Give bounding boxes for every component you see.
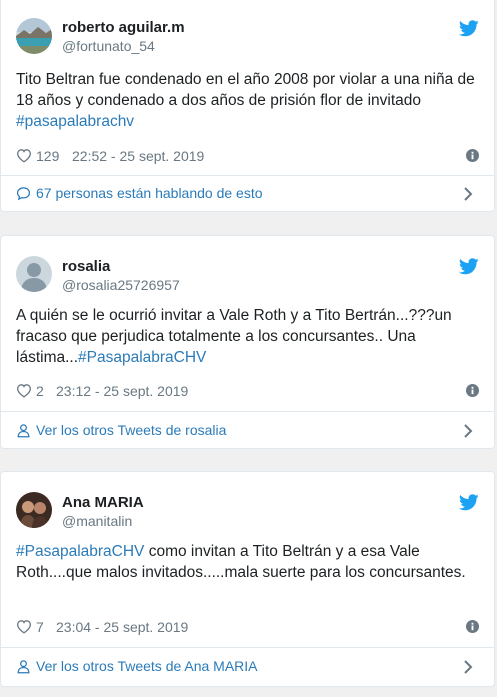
tweet-meta: 2 23:12 - 25 sept. 2019 xyxy=(16,382,479,402)
tweet-card: roberto aguilar.m @fortunato_54 Tito Bel… xyxy=(0,0,495,212)
profile-link[interactable]: Ver los otros Tweets de rosalia xyxy=(16,419,479,445)
like-count[interactable]: 7 xyxy=(36,619,44,635)
timestamp[interactable]: 23:04 - 25 sept. 2019 xyxy=(56,619,188,635)
twitter-bird-icon[interactable] xyxy=(459,258,479,275)
author-name[interactable]: Ana MARIA xyxy=(62,494,144,511)
chevron-right-icon[interactable] xyxy=(463,659,473,675)
hashtag-link[interactable]: #PasapalabraCHV xyxy=(16,543,144,560)
heart-icon[interactable] xyxy=(16,619,32,634)
chevron-right-icon[interactable] xyxy=(463,423,473,439)
tweet-text: Tito Beltran fue condenado en el año 200… xyxy=(16,69,482,132)
info-icon[interactable] xyxy=(466,149,479,162)
footer-label[interactable]: Ver los otros Tweets de rosalia xyxy=(36,422,226,438)
divider xyxy=(1,411,494,412)
conversation-link[interactable]: 67 personas están hablando de esto xyxy=(16,182,479,208)
twitter-bird-icon[interactable] xyxy=(459,494,479,511)
info-icon[interactable] xyxy=(466,384,479,397)
timestamp[interactable]: 23:12 - 25 sept. 2019 xyxy=(56,383,188,399)
timestamp[interactable]: 22:52 - 25 sept. 2019 xyxy=(72,148,204,164)
info-icon[interactable] xyxy=(466,620,479,633)
avatar[interactable] xyxy=(16,256,52,292)
footer-label[interactable]: 67 personas están hablando de esto xyxy=(36,185,263,201)
avatar[interactable] xyxy=(16,18,52,54)
person-icon xyxy=(17,660,30,674)
tweet-header: Ana MARIA @manitalin xyxy=(16,472,494,532)
like-count[interactable]: 129 xyxy=(36,148,59,164)
tweet-card: rosalia @rosalia25726957 A quién se le o… xyxy=(0,235,495,449)
twitter-bird-icon[interactable] xyxy=(459,20,479,37)
chevron-right-icon[interactable] xyxy=(463,186,473,202)
author-handle[interactable]: @rosalia25726957 xyxy=(62,277,180,293)
tweet-text: A quién se le ocurrió invitar a Vale Rot… xyxy=(16,305,482,368)
heart-icon[interactable] xyxy=(16,148,32,163)
author-handle[interactable]: @fortunato_54 xyxy=(62,38,155,54)
author-name[interactable]: roberto aguilar.m xyxy=(62,19,185,36)
heart-icon[interactable] xyxy=(16,383,32,398)
tweet-text-body: Tito Beltran fue condenado en el año 200… xyxy=(16,71,475,109)
tweet-meta: 129 22:52 - 25 sept. 2019 xyxy=(16,147,479,167)
hashtag-link[interactable]: #PasapalabraCHV xyxy=(78,349,206,366)
profile-link[interactable]: Ver los otros Tweets de Ana MARIA xyxy=(16,655,479,681)
like-count[interactable]: 2 xyxy=(36,383,44,399)
footer-label[interactable]: Ver los otros Tweets de Ana MARIA xyxy=(36,658,258,674)
hashtag-link[interactable]: #pasapalabrachv xyxy=(16,113,134,130)
tweet-text: #PasapalabraCHV como invitan a Tito Belt… xyxy=(16,541,482,583)
tweet-header: roberto aguilar.m @fortunato_54 xyxy=(16,0,494,55)
comment-icon xyxy=(16,187,31,201)
person-icon xyxy=(17,424,30,438)
divider xyxy=(1,647,494,648)
tweet-header: rosalia @rosalia25726957 xyxy=(16,236,494,296)
author-name[interactable]: rosalia xyxy=(62,258,110,275)
divider xyxy=(1,175,494,176)
avatar[interactable] xyxy=(16,492,52,528)
tweet-card: Ana MARIA @manitalin #PasapalabraCHV com… xyxy=(0,471,495,687)
author-handle[interactable]: @manitalin xyxy=(62,513,132,529)
tweet-meta: 7 23:04 - 25 sept. 2019 xyxy=(16,618,479,638)
